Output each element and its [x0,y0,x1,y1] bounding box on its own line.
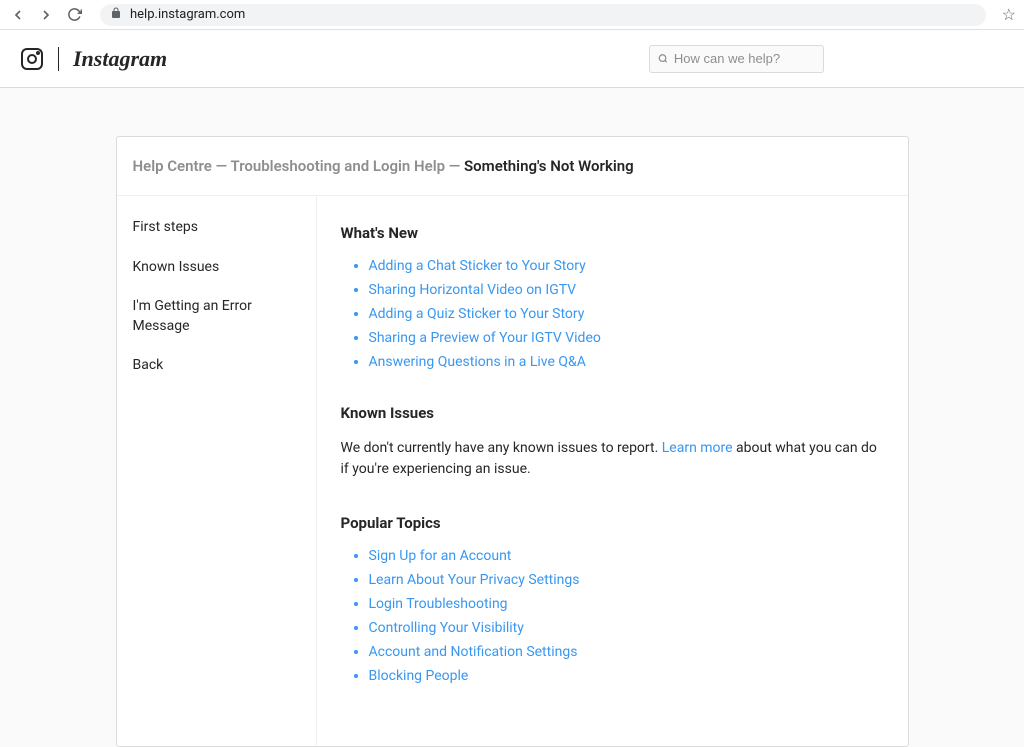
link-list: Sign Up for an Account Learn About Your … [341,548,884,684]
search-icon [658,53,668,64]
sidebar-item-known-issues[interactable]: Known Issues [117,248,316,288]
section-text: We don't currently have any known issues… [341,438,884,480]
logo-wordmark: Instagram [73,46,167,72]
address-bar[interactable]: help.instagram.com [100,4,986,26]
link-list: Adding a Chat Sticker to Your Story Shar… [341,258,884,370]
learn-more-link[interactable]: Learn more [662,440,733,456]
help-link[interactable]: Adding a Chat Sticker to Your Story [369,258,586,274]
browser-toolbar: help.instagram.com ☆ [0,0,1024,30]
sidebar-item-back[interactable]: Back [117,346,316,386]
help-link[interactable]: Login Troubleshooting [369,596,508,612]
site-header: Instagram [0,30,1024,88]
breadcrumb-link[interactable]: Troubleshooting and Login Help [230,157,445,175]
instagram-glyph-icon [20,47,44,71]
search-box[interactable] [649,45,824,73]
reload-button[interactable] [64,5,84,25]
section-title: What's New [341,224,884,242]
help-link[interactable]: Account and Notification Settings [369,644,578,660]
breadcrumb: Help Centre — Troubleshooting and Login … [117,137,908,196]
section-whats-new: What's New Adding a Chat Sticker to Your… [341,224,884,370]
page-background: Help Centre — Troubleshooting and Login … [0,88,1024,747]
content-card: Help Centre — Troubleshooting and Login … [116,136,909,747]
sidebar-item-error-message[interactable]: I'm Getting an Error Message [117,287,316,346]
help-link[interactable]: Sharing Horizontal Video on IGTV [369,282,577,298]
section-title: Popular Topics [341,514,884,532]
lock-icon [110,7,122,23]
help-link[interactable]: Sharing a Preview of Your IGTV Video [369,330,601,346]
bookmark-star-icon[interactable]: ☆ [1002,5,1016,24]
logo-divider [58,47,59,71]
forward-button[interactable] [36,5,56,25]
help-link[interactable]: Sign Up for an Account [369,548,512,564]
section-known-issues: Known Issues We don't currently have any… [341,404,884,480]
breadcrumb-link[interactable]: Help Centre [133,157,212,175]
url-text: help.instagram.com [130,7,245,22]
search-input[interactable] [674,51,815,66]
help-link[interactable]: Controlling Your Visibility [369,620,524,636]
help-link[interactable]: Blocking People [369,668,469,684]
logo[interactable]: Instagram [20,46,167,72]
sidebar: First steps Known Issues I'm Getting an … [117,196,317,746]
section-popular-topics: Popular Topics Sign Up for an Account Le… [341,514,884,684]
help-link[interactable]: Learn About Your Privacy Settings [369,572,580,588]
main-content: What's New Adding a Chat Sticker to Your… [317,196,908,746]
section-title: Known Issues [341,404,884,422]
help-link[interactable]: Adding a Quiz Sticker to Your Story [369,306,585,322]
help-link[interactable]: Answering Questions in a Live Q&A [369,354,586,370]
sidebar-item-first-steps[interactable]: First steps [117,208,316,248]
breadcrumb-current: Something's Not Working [464,157,634,175]
back-button[interactable] [8,5,28,25]
